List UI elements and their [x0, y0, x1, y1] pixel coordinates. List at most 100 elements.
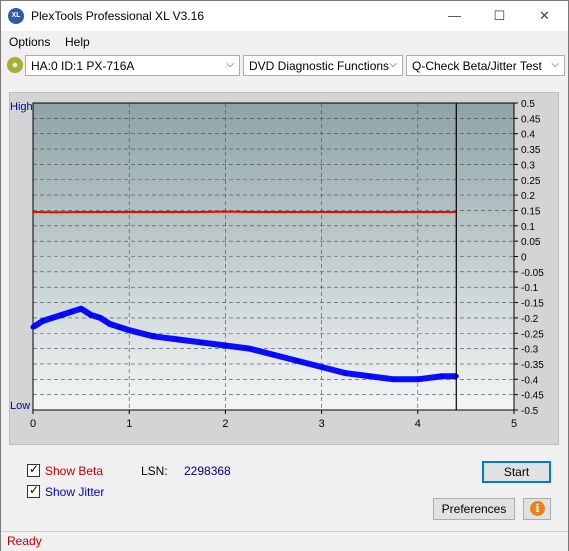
y-tick-label: 0.15 — [521, 206, 541, 217]
y-tick-label: 0.5 — [521, 99, 535, 110]
jitter-data-point — [248, 210, 251, 213]
info-icon: i — [530, 501, 545, 516]
jitter-data-point — [344, 210, 347, 213]
beta-data-point — [88, 312, 94, 318]
y-tick-label: -0.2 — [521, 314, 539, 325]
app-window: XL PlexTools Professional XL V3.16 — ☐ ✕… — [0, 0, 569, 551]
beta-data-point — [415, 376, 421, 382]
options-panel: ✓ Show Beta ✓ Show Jitter LSN: 2298368 S… — [9, 454, 559, 526]
disc-drive-icon — [7, 57, 23, 73]
maximize-button[interactable]: ☐ — [477, 1, 522, 31]
info-button[interactable]: i — [523, 498, 551, 520]
low-label: Low — [10, 400, 30, 412]
beta-data-point — [319, 364, 325, 370]
chevron-down-icon: ⌵ — [551, 59, 559, 70]
test-select-value: Q-Check Beta/Jitter Test — [412, 59, 542, 73]
function-select-value: DVD Diagnostic Functions — [249, 59, 390, 73]
title-bar[interactable]: XL PlexTools Professional XL V3.16 — ☐ ✕ — [1, 1, 568, 31]
jitter-data-point — [176, 210, 179, 213]
lsn-value: 2298368 — [184, 464, 231, 478]
y-tick-label: -0.15 — [521, 299, 544, 310]
beta-data-point — [246, 346, 252, 352]
beta-data-point — [117, 324, 123, 330]
jitter-data-point — [56, 211, 59, 214]
jitter-data-point — [128, 210, 131, 213]
minimize-button[interactable]: — — [432, 1, 477, 31]
x-tick-label: 5 — [511, 418, 517, 430]
jitter-data-point — [320, 210, 323, 213]
beta-data-point — [198, 339, 204, 345]
chevron-down-icon: ⌵ — [226, 59, 234, 70]
jitter-data-point — [368, 210, 371, 213]
jitter-data-point — [296, 210, 299, 213]
status-text: Ready — [7, 534, 42, 548]
start-button[interactable]: Start — [482, 461, 551, 483]
window-title: PlexTools Professional XL V3.16 — [31, 9, 204, 23]
y-tick-label: 0.3 — [521, 160, 535, 171]
toolbar: HA:0 ID:1 PX-716A ⌵ DVD Diagnostic Funct… — [1, 53, 568, 79]
beta-data-point — [49, 315, 55, 321]
y-tick-label: 0.4 — [521, 130, 535, 141]
beta-data-point — [174, 336, 180, 342]
beta-data-point — [97, 315, 103, 321]
beta-data-point — [439, 373, 445, 379]
close-button[interactable]: ✕ — [522, 1, 567, 31]
plextools-app-icon: XL — [8, 8, 24, 24]
jitter-data-point — [152, 210, 155, 213]
x-tick-label: 4 — [415, 418, 421, 430]
check-icon: ✓ — [29, 483, 40, 497]
jitter-data-point — [224, 210, 227, 213]
show-jitter-label[interactable]: Show Jitter — [45, 485, 104, 499]
status-bar: Ready — [1, 531, 568, 551]
y-tick-label: -0.4 — [521, 375, 539, 386]
y-tick-label: -0.1 — [521, 283, 539, 294]
jitter-data-point — [416, 210, 419, 213]
y-tick-label: -0.25 — [521, 329, 544, 340]
y-tick-label: 0.05 — [521, 237, 541, 248]
high-label: High — [10, 101, 33, 113]
function-select[interactable]: DVD Diagnostic Functions ⌵ — [243, 55, 403, 76]
y-tick-label: -0.3 — [521, 345, 539, 356]
beta-data-point — [59, 312, 65, 318]
beta-data-point — [343, 370, 349, 376]
y-tick-label: 0 — [521, 253, 527, 264]
preferences-button[interactable]: Preferences — [433, 498, 515, 520]
jitter-data-point — [392, 210, 395, 213]
beta-data-point — [295, 358, 301, 364]
beta-data-point — [222, 343, 228, 349]
chevron-down-icon: ⌵ — [389, 59, 397, 70]
jitter-data-point — [440, 210, 443, 213]
y-tick-label: -0.35 — [521, 360, 544, 371]
beta-data-point — [271, 352, 276, 358]
drive-select[interactable]: HA:0 ID:1 PX-716A ⌵ — [25, 55, 240, 76]
y-tick-label: 0.2 — [521, 191, 535, 202]
beta-data-point — [150, 333, 156, 339]
beta-data-point — [68, 309, 74, 315]
beta-data-point — [391, 376, 397, 382]
y-tick-label: -0.5 — [521, 406, 539, 417]
jitter-data-point — [272, 210, 275, 213]
chart-panel: 0.5 0.45 0.4 0.35 0.3 0.25 0.2 0.15 0.1 0.05 0 -0.0… — [9, 92, 559, 445]
show-beta-checkbox[interactable]: ✓ — [27, 462, 40, 477]
test-select[interactable]: Q-Check Beta/Jitter Test ⌵ — [406, 55, 565, 76]
x-tick-label: 0 — [30, 418, 36, 430]
menu-bar: Options Help — [1, 32, 568, 52]
y-tick-label: -0.45 — [521, 391, 544, 402]
drive-select-value: HA:0 ID:1 PX-716A — [31, 59, 135, 73]
x-tick-label: 3 — [319, 418, 325, 430]
lsn-label: LSN: — [141, 464, 168, 478]
check-icon: ✓ — [29, 462, 40, 476]
beta-data-point — [30, 324, 36, 330]
show-beta-label[interactable]: Show Beta — [45, 464, 103, 478]
jitter-data-point — [80, 210, 83, 213]
beta-data-point — [40, 318, 46, 324]
menu-options[interactable]: Options — [9, 35, 50, 49]
jitter-data-point — [104, 210, 107, 213]
beta-jitter-chart: 0.5 0.45 0.4 0.35 0.3 0.25 0.2 0.15 0.1 0.05 0 -0.0… — [10, 99, 544, 430]
show-jitter-checkbox[interactable]: ✓ — [27, 483, 40, 498]
x-tick-label: 1 — [126, 418, 132, 430]
menu-help[interactable]: Help — [65, 35, 90, 49]
jitter-data-point — [32, 210, 34, 213]
y-tick-label: 0.45 — [521, 114, 541, 125]
y-tick-label: 0.25 — [521, 176, 541, 187]
